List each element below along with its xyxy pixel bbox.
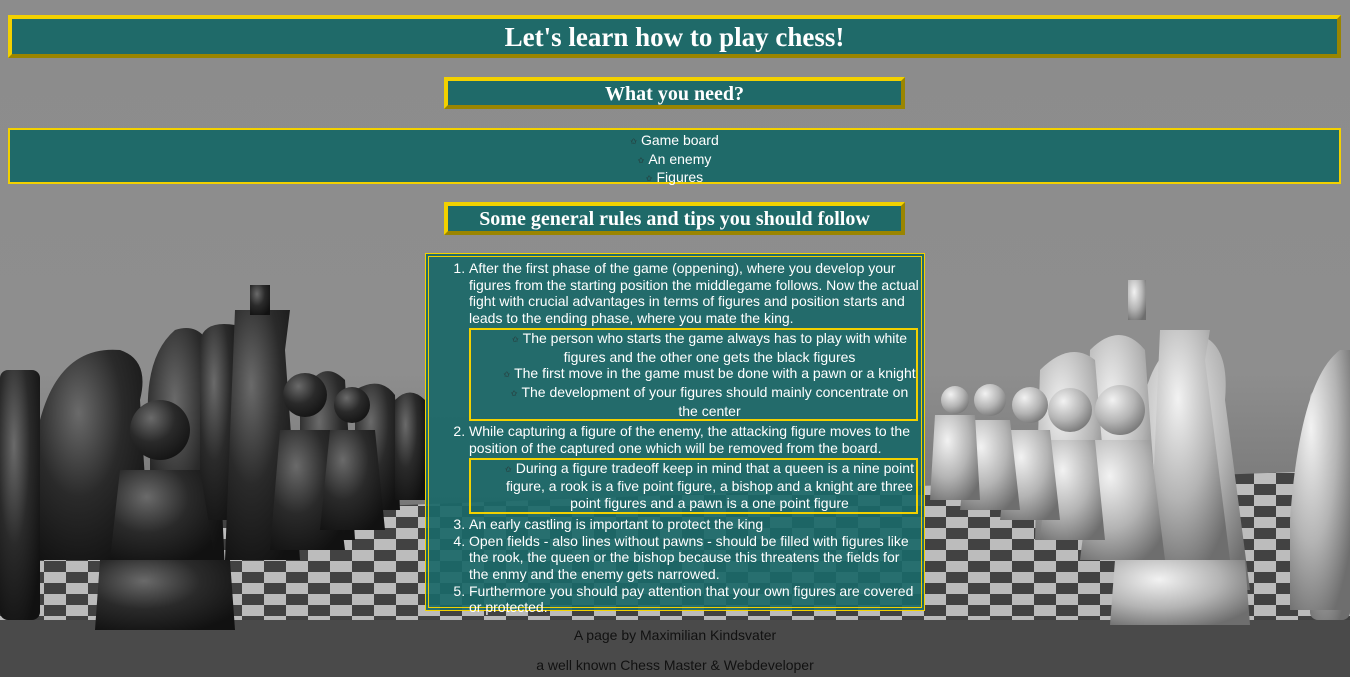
rule-text: Furthermore you should pay attention tha… [469, 582, 914, 616]
need-section-heading-text: What you need? [605, 83, 744, 105]
rule-item: Furthermore you should pay attention tha… [469, 583, 919, 616]
need-list-item: An enemy [10, 151, 1339, 170]
tips-list: The person who starts the game always ha… [473, 330, 916, 420]
rules-list: After the first phase of the game (oppen… [429, 260, 919, 616]
rule-item: An early castling is important to protec… [469, 516, 919, 533]
rules-section-heading-text: Some general rules and tips you should f… [479, 208, 870, 230]
page-title-text: Let's learn how to play chess! [504, 22, 845, 52]
rules-section-heading: Some general rules and tips you should f… [444, 202, 905, 235]
tips-box: The person who starts the game always ha… [469, 327, 918, 422]
rules-panel: After the first phase of the game (oppen… [425, 253, 925, 615]
rule-item: While capturing a figure of the enemy, t… [469, 423, 919, 514]
footer-author: A page by Maximilian Kindsvater [573, 627, 777, 643]
tips-box: During a figure tradeoff keep in mind th… [469, 457, 918, 514]
tip-item: The person who starts the game always ha… [503, 330, 916, 365]
footer-tagline: a well known Chess Master & Webdeveloper [536, 657, 814, 673]
rules-panel-inner: After the first phase of the game (oppen… [428, 256, 922, 615]
need-list-panel: Game board An enemy Figures [8, 128, 1341, 185]
tip-item: During a figure tradeoff keep in mind th… [503, 460, 916, 512]
rule-item: Open fields - also lines without pawns -… [469, 533, 919, 583]
tip-item: The development of your figures should m… [503, 384, 916, 419]
need-section-heading: What you need? [444, 77, 905, 109]
need-list: Game board An enemy Figures [10, 132, 1339, 188]
need-list-item: Figures [10, 169, 1339, 188]
rule-item: After the first phase of the game (oppen… [469, 260, 919, 422]
rule-text: An early castling is important to protec… [469, 515, 764, 532]
need-list-item: Game board [10, 132, 1339, 151]
rule-text: While capturing a figure of the enemy, t… [469, 423, 910, 457]
page-title: Let's learn how to play chess! [8, 15, 1341, 58]
rule-text: Open fields - also lines without pawns -… [469, 532, 909, 582]
rule-text: After the first phase of the game (oppen… [469, 260, 919, 327]
tip-item: The first move in the game must be done … [503, 365, 916, 384]
tips-list: During a figure tradeoff keep in mind th… [473, 460, 916, 512]
